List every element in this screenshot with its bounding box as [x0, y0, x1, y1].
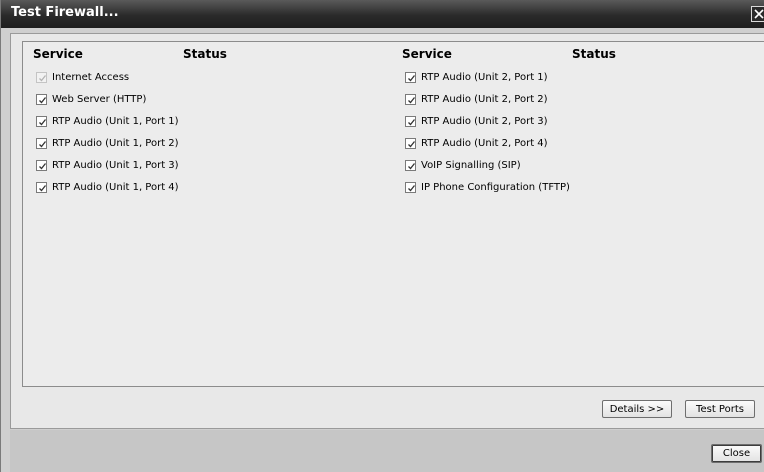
- close-button[interactable]: Close: [711, 444, 762, 463]
- checkbox-rtp-unit2-port1[interactable]: [405, 71, 416, 83]
- service-row-rtp-unit1-port3[interactable]: RTP Audio (Unit 1, Port 3): [36, 158, 179, 172]
- checkbox-rtp-unit1-port2[interactable]: [36, 137, 47, 149]
- checkbox-rtp-unit2-port2[interactable]: [405, 93, 416, 105]
- service-label: Internet Access: [52, 71, 130, 83]
- services-list: Service Status Service Status Internet A…: [22, 41, 764, 387]
- content-panel: Service Status Service Status Internet A…: [10, 33, 764, 429]
- service-label: RTP Audio (Unit 2, Port 3): [421, 115, 548, 127]
- service-label: RTP Audio (Unit 1, Port 3): [52, 159, 179, 171]
- service-row-internet-access[interactable]: Internet Access: [36, 70, 129, 84]
- test-firewall-dialog: Test Firewall... Service Status Service …: [0, 0, 764, 472]
- service-row-rtp-unit2-port4[interactable]: RTP Audio (Unit 2, Port 4): [405, 136, 548, 150]
- service-label: RTP Audio (Unit 1, Port 2): [52, 137, 179, 149]
- service-label: RTP Audio (Unit 1, Port 1): [52, 115, 179, 127]
- window-title: Test Firewall...: [11, 5, 119, 20]
- service-label: VoIP Signalling (SIP): [421, 159, 521, 171]
- column-header-status-right: Status: [572, 47, 616, 61]
- service-row-rtp-unit1-port1[interactable]: RTP Audio (Unit 1, Port 1): [36, 114, 179, 128]
- column-header-service-left: Service: [33, 47, 83, 61]
- checkbox-internet-access[interactable]: [36, 71, 47, 83]
- test-ports-button[interactable]: Test Ports: [685, 400, 755, 418]
- service-label: IP Phone Configuration (TFTP): [421, 181, 570, 193]
- service-label: Web Server (HTTP): [52, 93, 147, 105]
- service-label: RTP Audio (Unit 2, Port 1): [421, 71, 548, 83]
- service-label: RTP Audio (Unit 1, Port 4): [52, 181, 179, 193]
- dialog-footer: Close: [10, 430, 764, 472]
- service-label: RTP Audio (Unit 2, Port 4): [421, 137, 548, 149]
- service-label: RTP Audio (Unit 2, Port 2): [421, 93, 548, 105]
- service-row-web-server[interactable]: Web Server (HTTP): [36, 92, 146, 106]
- service-row-rtp-unit1-port2[interactable]: RTP Audio (Unit 1, Port 2): [36, 136, 179, 150]
- service-row-rtp-unit2-port3[interactable]: RTP Audio (Unit 2, Port 3): [405, 114, 548, 128]
- checkbox-rtp-unit2-port3[interactable]: [405, 115, 416, 127]
- service-row-rtp-unit2-port2[interactable]: RTP Audio (Unit 2, Port 2): [405, 92, 548, 106]
- service-row-rtp-unit2-port1[interactable]: RTP Audio (Unit 2, Port 1): [405, 70, 548, 84]
- title-bar[interactable]: Test Firewall...: [1, 0, 764, 28]
- service-row-voip-sip[interactable]: VoIP Signalling (SIP): [405, 158, 521, 172]
- checkbox-ip-phone-tftp[interactable]: [405, 181, 416, 193]
- details-button[interactable]: Details >>: [602, 400, 672, 418]
- service-row-rtp-unit1-port4[interactable]: RTP Audio (Unit 1, Port 4): [36, 180, 179, 194]
- column-header-service-right: Service: [402, 47, 452, 61]
- column-header-status-left: Status: [183, 47, 227, 61]
- checkbox-voip-sip[interactable]: [405, 159, 416, 171]
- checkbox-rtp-unit1-port4[interactable]: [36, 181, 47, 193]
- checkbox-rtp-unit1-port1[interactable]: [36, 115, 47, 127]
- checkbox-rtp-unit2-port4[interactable]: [405, 137, 416, 149]
- checkbox-rtp-unit1-port3[interactable]: [36, 159, 47, 171]
- close-icon[interactable]: [751, 6, 764, 22]
- checkbox-web-server[interactable]: [36, 93, 47, 105]
- service-row-ip-phone-tftp[interactable]: IP Phone Configuration (TFTP): [405, 180, 570, 194]
